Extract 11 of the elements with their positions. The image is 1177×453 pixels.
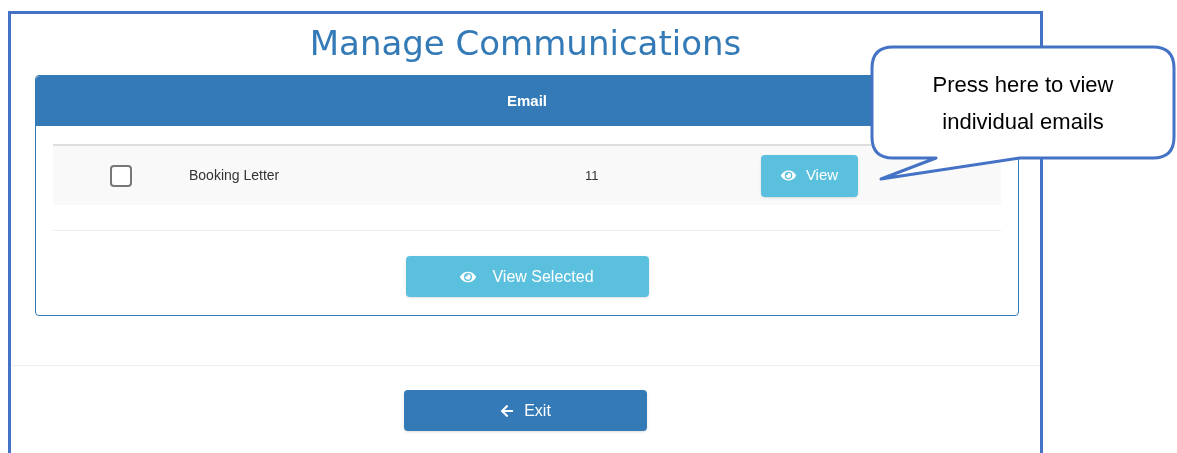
email-count: 11 — [585, 166, 600, 185]
arrow-left-icon — [500, 403, 515, 418]
panel-heading: Email — [507, 90, 547, 111]
view-button[interactable]: View — [761, 154, 858, 197]
exit-button[interactable]: Exit — [404, 390, 647, 431]
callout-text: Press here to view individual emails — [931, 71, 1115, 136]
page-title: Manage Communications — [309, 23, 742, 63]
email-name: Booking Letter — [189, 166, 281, 185]
view-selected-button[interactable]: View Selected — [405, 256, 649, 297]
eye-icon — [780, 168, 796, 183]
checkbox[interactable] — [110, 164, 132, 187]
